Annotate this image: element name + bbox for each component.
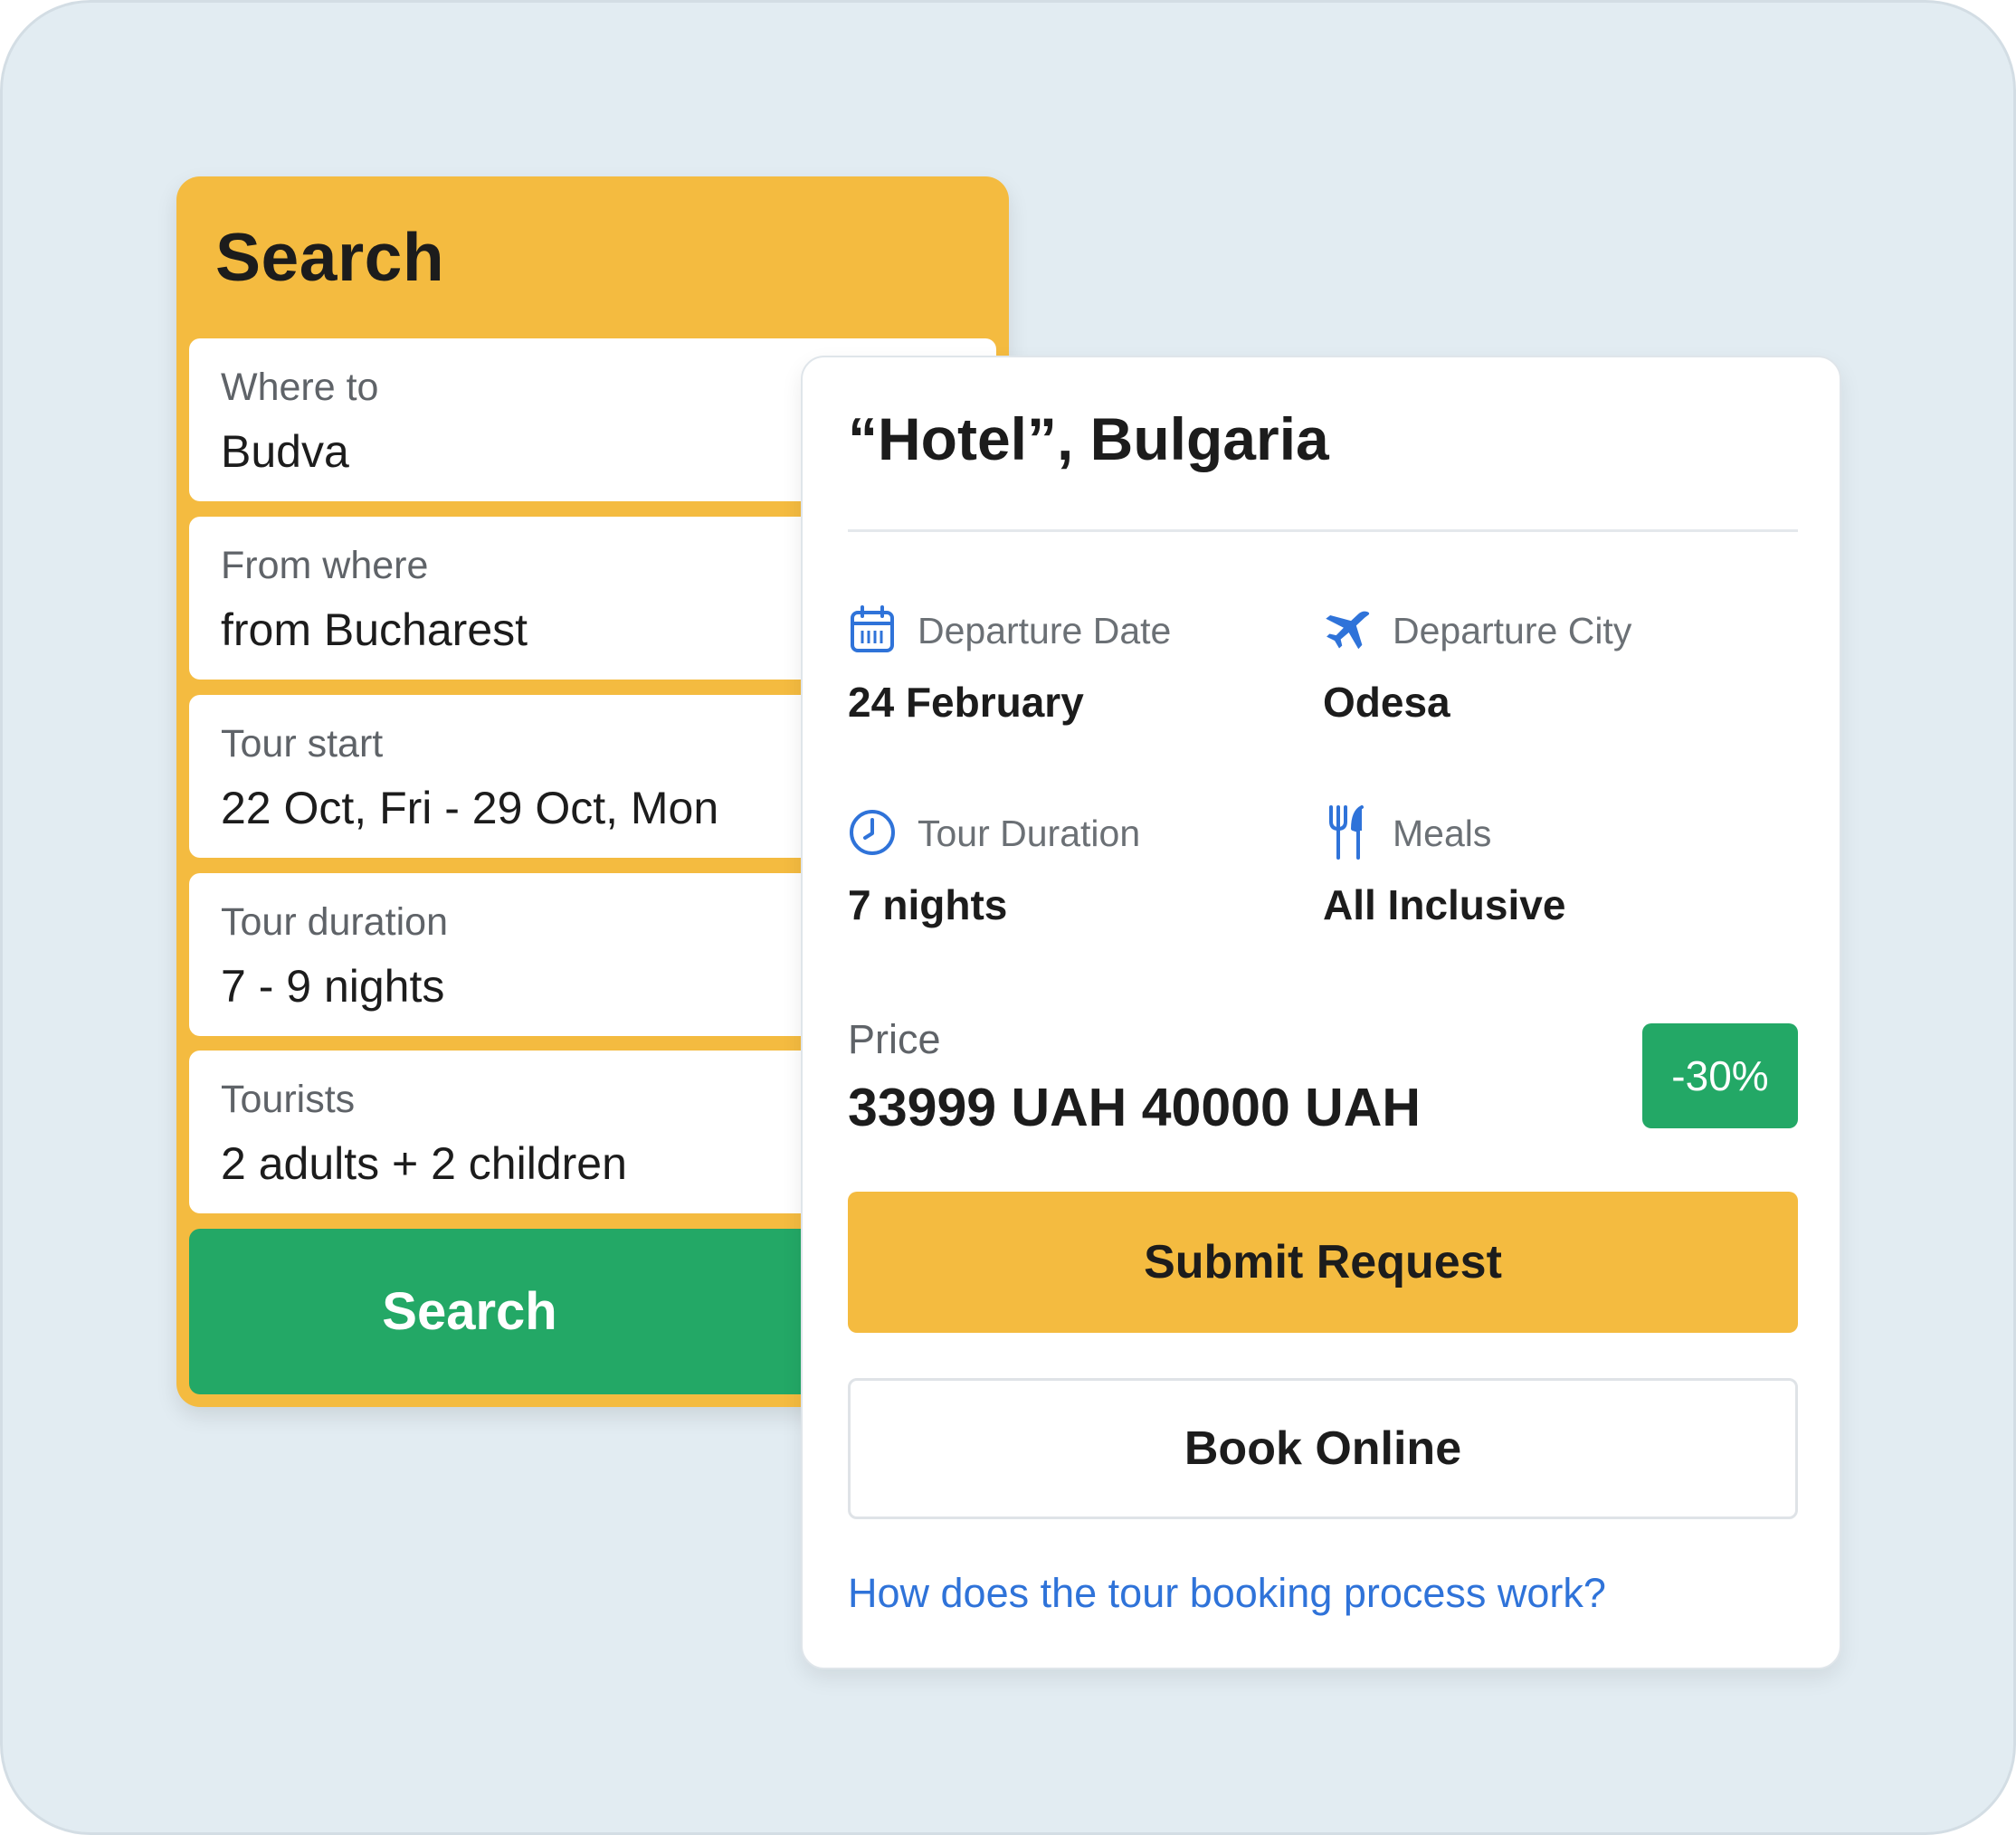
info-label: Departure Date [918, 610, 1172, 651]
divider [848, 529, 1798, 532]
search-button-label: Search [382, 1282, 557, 1341]
submit-request-button[interactable]: Submit Request [848, 1192, 1798, 1333]
field-label: Where to [221, 366, 379, 409]
tour-card: “Hotel”, Bulgaria Departure Date 24 Febr… [801, 356, 1841, 1669]
book-online-button[interactable]: Book Online [848, 1378, 1798, 1519]
field-label: Tourists [221, 1078, 356, 1121]
background-frame: Search Where to Budva From where from Bu… [0, 0, 2016, 1835]
utensils-icon [1323, 805, 1372, 860]
field-value: from Bucharest [221, 604, 528, 655]
price-values: 33999 UAH 40000 UAH [848, 1077, 1421, 1138]
info-label: Tour Duration [918, 813, 1141, 854]
info-value: Odesa [1323, 679, 1450, 726]
tour-title: “Hotel”, Bulgaria [848, 405, 1329, 472]
field-value: 2 adults + 2 children [221, 1138, 627, 1189]
info-value: 24 February [848, 679, 1084, 726]
field-label: Tour start [221, 722, 384, 765]
clock-icon [848, 808, 897, 857]
field-value: 7 - 9 nights [221, 961, 445, 1012]
info-label: Departure City [1393, 610, 1632, 651]
current-price: 33999 UAH [848, 1078, 1127, 1137]
field-value: Budva [221, 426, 349, 477]
info-label: Meals [1393, 813, 1492, 854]
calendar-icon [848, 605, 897, 654]
field-value: 22 Oct, Fri - 29 Oct, Mon [221, 783, 719, 833]
discount-badge: -30% [1642, 1023, 1798, 1128]
old-price: 40000 UAH [1141, 1078, 1421, 1137]
field-label: Tour duration [221, 900, 448, 944]
info-value: 7 nights [848, 881, 1008, 928]
field-label: From where [221, 544, 429, 587]
airplane-icon [1323, 605, 1372, 654]
booking-process-help-link[interactable]: How does the tour booking process work? [848, 1570, 1606, 1617]
info-value: All Inclusive [1323, 881, 1566, 928]
price-label: Price [848, 1016, 941, 1062]
search-panel-title: Search [215, 219, 445, 295]
